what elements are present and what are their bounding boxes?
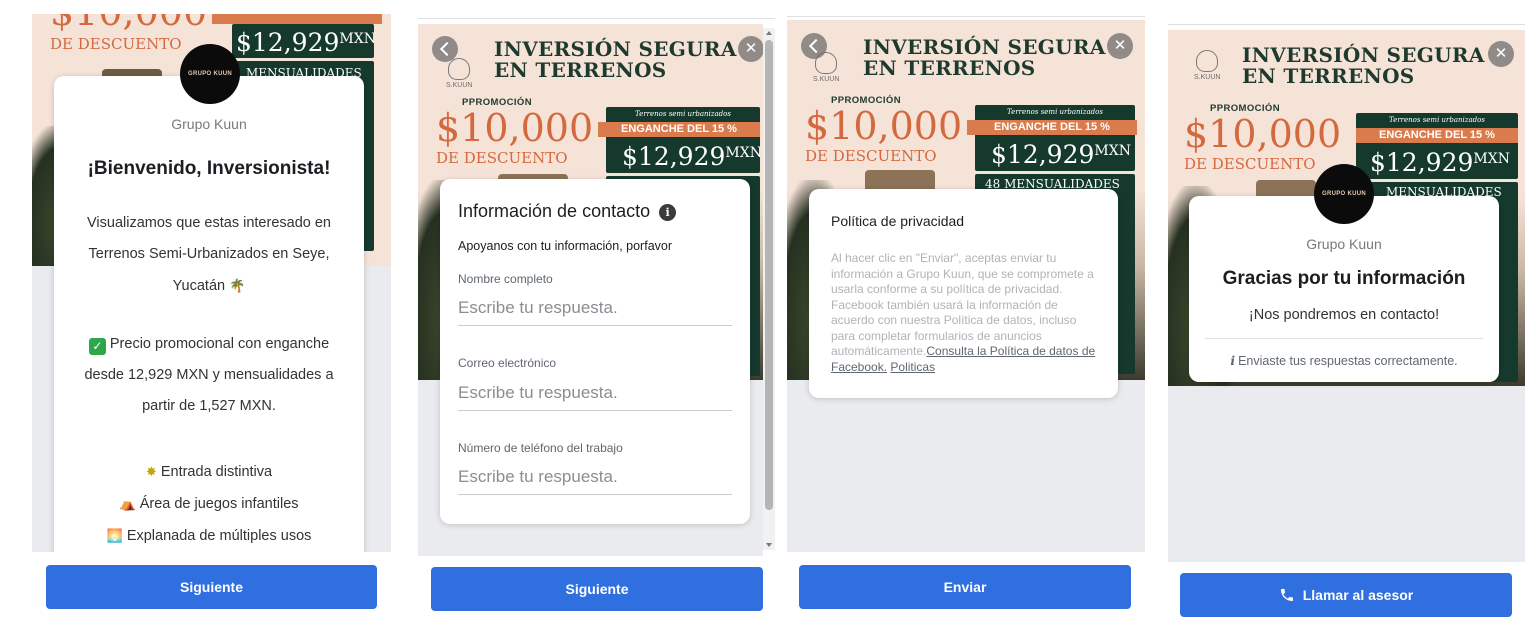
star-burst-icon: ✸	[145, 464, 157, 479]
terrenos-label: Terrenos semi urbanizados	[1007, 108, 1103, 116]
price-amount: $12,929MXN	[236, 28, 376, 57]
contact-info-screen: S.KUUN INVERSIÓN SEGURA EN TERRENOS PPROM…	[418, 0, 775, 642]
banner-title: INVERSIÓN SEGURA EN TERRENOS	[494, 37, 737, 82]
enganche-ribbon: ENGANCHE DEL 15 %	[598, 122, 760, 137]
top-divider	[1168, 24, 1525, 25]
phone-icon	[1280, 589, 1293, 601]
price-amount: $12,929MXN	[991, 140, 1131, 169]
amenity-item: 🌅 Explanada de múltiples usos	[54, 520, 364, 552]
welcome-heading: ¡Bienvenido, Inversionista!	[87, 158, 331, 179]
back-button[interactable]	[801, 33, 827, 59]
banner-title: INVERSIÓN SEGURA EN TERRENOS	[1242, 43, 1485, 88]
back-button[interactable]	[432, 36, 458, 62]
promo-amount: $10,000	[805, 104, 963, 148]
scrollbar[interactable]	[763, 28, 775, 550]
company-avatar: GRUPO KUUN	[1314, 164, 1374, 224]
email-field-label: Correo electrónico	[458, 356, 557, 370]
promo-amount: $10,000	[1184, 112, 1342, 156]
banner-title: INVERSIÓN SEGURA EN TERRENOS	[863, 35, 1106, 80]
next-button[interactable]: Siguiente	[46, 565, 377, 609]
phone-field-label: Número de teléfono del trabajo	[458, 441, 623, 455]
privacy-card: Política de privacidad Al hacer clic en …	[809, 189, 1118, 398]
privacy-title: Política de privacidad	[831, 213, 965, 229]
card-divider	[1205, 338, 1483, 339]
welcome-card: Grupo Kuun ¡Bienvenido, Inversionista! V…	[54, 76, 364, 566]
welcome-screen: $10,000 DE DESCUENTO $12,929MXN MENSUALI…	[32, 0, 391, 642]
submit-button[interactable]: Enviar	[799, 565, 1131, 609]
call-advisor-button[interactable]: Llamar al asesor	[1180, 573, 1512, 617]
next-button[interactable]: Siguiente	[431, 567, 763, 611]
thank-you-screen: S.KUUN INVERSIÓN SEGURA EN TERRENOS PPROM…	[1168, 0, 1525, 642]
promo-description: DE DESCUENTO	[1184, 155, 1316, 173]
promo-description: DE DESCUENTO	[436, 149, 568, 167]
intro-text: Visualizamos que estas interesado en Ter…	[68, 208, 350, 302]
close-button[interactable]: ✕	[1488, 41, 1514, 67]
checkmark-icon: ✓	[88, 338, 106, 355]
terrenos-label: Terrenos semi urbanizados	[1389, 116, 1485, 124]
privacy-body: Al hacer clic en "Enviar", aceptas envia…	[831, 251, 1096, 374]
name-field[interactable]: Escribe tu respuesta.	[458, 294, 732, 326]
price-amount: $12,929MXN	[622, 142, 762, 171]
sunset-icon: 🌅	[106, 528, 123, 543]
company-avatar: GRUPO KUUN	[180, 44, 240, 104]
contact-subtitle: Apoyanos con tu información, porfavor	[458, 239, 673, 253]
company-name: Grupo Kuun	[1306, 236, 1382, 252]
info-icon: i	[1230, 353, 1236, 368]
promo-description: DE DESCUENTO	[805, 147, 937, 165]
promo-amount: $10,000	[436, 106, 594, 150]
confirmation-note: i Enviaste tus respuestas correctamente.	[1230, 353, 1458, 368]
amenities-list: ✸ Entrada distintiva ⛺ Área de juegos in…	[54, 456, 364, 552]
amenity-item: ⛺ Área de juegos infantiles	[54, 488, 364, 520]
form-background	[1168, 386, 1525, 562]
tent-icon: ⛺	[119, 496, 136, 511]
enganche-ribbon: ENGANCHE DEL 15 %	[1356, 128, 1518, 143]
info-icon[interactable]: i	[659, 204, 677, 221]
enganche-ribbon: ENGANCHE DEL 15 %	[967, 120, 1137, 135]
company-name: Grupo Kuun	[171, 116, 247, 132]
top-divider	[418, 18, 775, 19]
enganche-ribbon	[212, 14, 382, 24]
thank-you-heading: Gracias por tu información	[1222, 268, 1466, 289]
price-amount: $12,929MXN	[1370, 148, 1510, 177]
privacy-screen: S.KUUN INVERSIÓN SEGURA EN TERRENOS PPROM…	[787, 0, 1145, 642]
terrenos-label: Terrenos semi urbanizados	[635, 110, 731, 118]
name-field-label: Nombre completo	[458, 272, 553, 286]
promo-amount: $10,000	[50, 14, 207, 32]
close-button[interactable]: ✕	[738, 36, 764, 62]
contact-card: Información de contacto i Apoyanos con t…	[440, 179, 750, 524]
call-advisor-label: Llamar al asesor	[1302, 587, 1414, 603]
promo-text: ✓ Precio promocional con enganche desde …	[84, 336, 334, 414]
form-background	[787, 380, 1145, 552]
contact-message: ¡Nos pondremos en contacto!	[1248, 307, 1440, 323]
close-button[interactable]: ✕	[1107, 33, 1133, 59]
phone-field[interactable]: Escribe tu respuesta.	[458, 463, 732, 495]
promo-description: DE DESCUENTO	[50, 35, 182, 53]
amenity-item: ✸ Entrada distintiva	[54, 456, 364, 488]
contact-title: Información de contacto i	[458, 201, 677, 222]
policies-link[interactable]: Politicas	[890, 360, 935, 374]
email-field[interactable]: Escribe tu respuesta.	[458, 379, 732, 411]
banner-logo: S.KUUN	[446, 58, 472, 89]
top-divider	[787, 16, 1145, 17]
banner-logo: S.KUUN	[1194, 50, 1220, 81]
palm-tree-icon: 🌴	[229, 278, 246, 293]
